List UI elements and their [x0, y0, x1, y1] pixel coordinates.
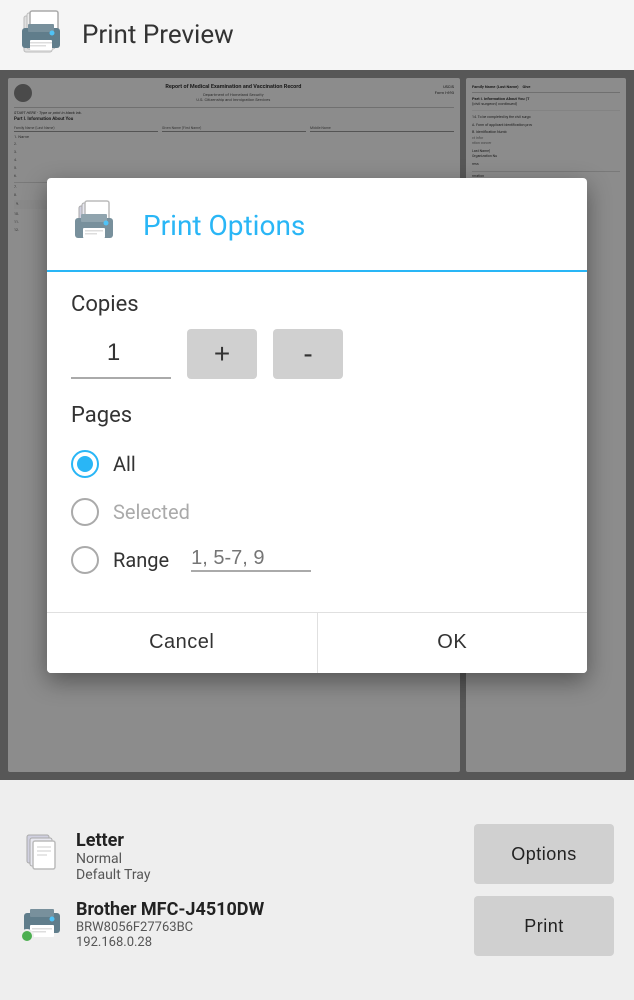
pages-section: Pages All Selected Range	[71, 403, 563, 584]
modal-header: Print Options	[47, 178, 587, 272]
radio-selected-circle	[71, 498, 99, 526]
paper-info: Letter Normal Default Tray	[20, 830, 458, 883]
radio-all-label: All	[113, 452, 136, 476]
pages-radio-group: All Selected Range	[71, 440, 563, 584]
print-options-modal: Print Options Copies + - Pages All	[47, 178, 587, 673]
increment-button[interactable]: +	[187, 329, 257, 379]
copies-row: + -	[71, 329, 563, 379]
printer-row: Brother MFC-J4510DW BRW8056F27763BC 192.…	[20, 899, 458, 950]
modal-footer: Cancel OK	[47, 612, 587, 673]
radio-selected-label: Selected	[113, 500, 190, 524]
paper-details: Letter Normal Default Tray	[76, 830, 150, 883]
bottom-buttons: Options Print	[474, 824, 614, 956]
modal-title: Print Options	[143, 209, 305, 242]
radio-range[interactable]: Range	[71, 536, 563, 584]
copies-label: Copies	[71, 292, 563, 317]
range-input[interactable]	[191, 547, 311, 572]
cancel-button[interactable]: Cancel	[47, 613, 317, 673]
paper-icon-wrap	[20, 830, 64, 874]
paper-icon	[23, 833, 61, 871]
app-header-icon	[16, 10, 66, 60]
modal-body: Copies + - Pages All Sel	[47, 272, 587, 612]
copies-input[interactable]	[71, 329, 171, 379]
radio-range-label: Range	[113, 548, 169, 572]
printer-status-dot	[20, 929, 34, 943]
app-header: Print Preview	[0, 0, 634, 70]
app-header-title: Print Preview	[82, 20, 234, 50]
radio-range-circle	[71, 546, 99, 574]
bottom-area: Letter Normal Default Tray Brother MFC-J	[0, 780, 634, 1000]
pages-label: Pages	[71, 403, 563, 428]
radio-selected[interactable]: Selected	[71, 488, 563, 536]
paper-tray: Default Tray	[76, 867, 150, 883]
printer-info: Letter Normal Default Tray Brother MFC-J	[20, 830, 458, 950]
printer-details: Brother MFC-J4510DW BRW8056F27763BC 192.…	[76, 899, 264, 950]
ok-button[interactable]: OK	[318, 613, 588, 673]
paper-name: Letter	[76, 830, 150, 851]
paper-normal: Normal	[76, 851, 150, 867]
options-button[interactable]: Options	[474, 824, 614, 884]
radio-all[interactable]: All	[71, 440, 563, 488]
print-options-icon	[71, 198, 127, 254]
printer-name: Brother MFC-J4510DW	[76, 899, 264, 920]
printer-id: BRW8056F27763BC	[76, 920, 264, 935]
radio-all-circle	[71, 450, 99, 478]
print-button[interactable]: Print	[474, 896, 614, 956]
printer-icon-wrap	[20, 899, 64, 943]
printer-ip: 192.168.0.28	[76, 935, 264, 950]
decrement-button[interactable]: -	[273, 329, 343, 379]
modal-overlay: Print Options Copies + - Pages All	[0, 70, 634, 780]
